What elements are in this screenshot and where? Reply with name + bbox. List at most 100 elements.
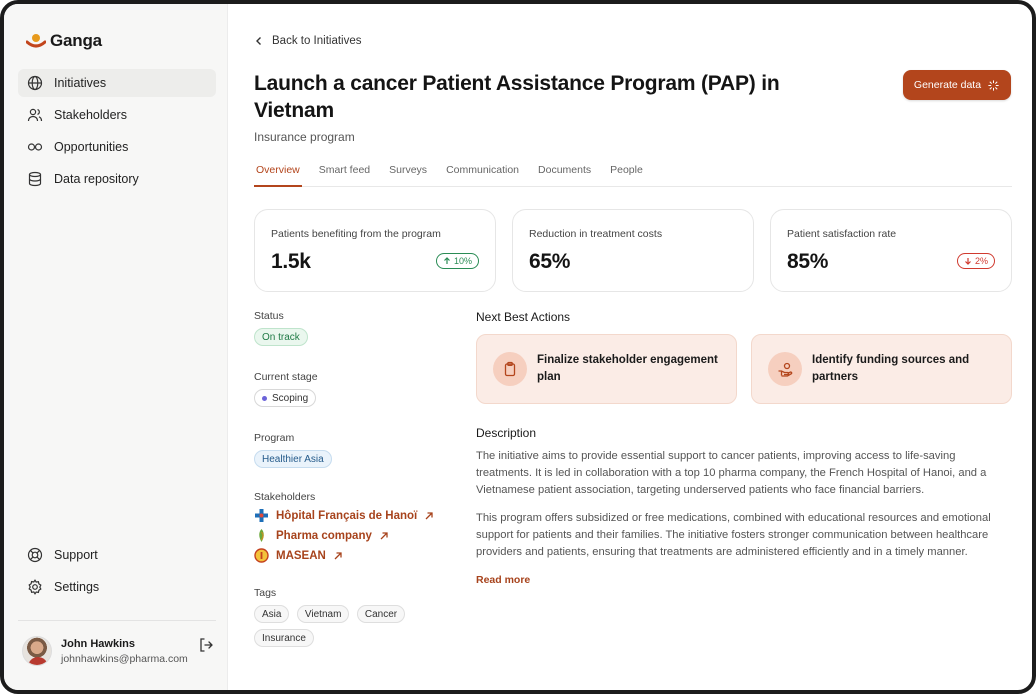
action-label: Identify funding sources and partners (812, 354, 970, 383)
initiative-meta: Status On track Current stage Scoping Pr… (254, 310, 454, 647)
description-title: Description (476, 426, 537, 440)
hospital-logo-icon (254, 508, 269, 523)
stat-card: Reduction in treatment costs 65% (512, 209, 754, 292)
stat-label: Reduction in treatment costs (529, 228, 663, 240)
tab-documents[interactable]: Documents (536, 162, 593, 187)
description-paragraph: This program offers subsidized or free m… (476, 512, 991, 558)
sidebar-item-stakeholders[interactable]: Stakeholders (18, 101, 216, 129)
status-badge: On track (254, 328, 308, 346)
sidebar-item-label: Settings (54, 580, 100, 594)
external-link-icon (425, 511, 433, 519)
stakeholders-label: Stakeholders (254, 491, 316, 503)
arrow-down-icon (965, 258, 971, 265)
sidebar-item-opportunities[interactable]: Opportunities (18, 133, 216, 161)
action-card[interactable]: Finalize stakeholder engagement plan (476, 334, 737, 404)
trend-value: 2% (974, 256, 988, 266)
trend-badge: 10% (435, 253, 479, 269)
back-link[interactable]: Back to Initiatives (254, 35, 361, 47)
action-card[interactable]: Identify funding sources and partners (751, 334, 1012, 404)
lifebuoy-icon (26, 546, 44, 564)
masean-logo-icon (254, 548, 269, 563)
generate-data-button[interactable]: Generate data (903, 70, 1011, 100)
sidebar: Ganga Initiatives Stakeholders Opportuni… (4, 4, 228, 690)
tag[interactable]: Cancer (356, 605, 406, 623)
stat-card: Patients benefiting from the program 1.5… (254, 209, 496, 292)
stage-label: Current stage (254, 371, 318, 383)
database-icon (26, 170, 44, 188)
tab-people[interactable]: People (608, 162, 645, 187)
sidebar-item-support[interactable]: Support (18, 541, 216, 569)
description-paragraph: The initiative aims to provide essential… (476, 450, 987, 496)
sidebar-item-settings[interactable]: Settings (18, 573, 216, 601)
tab-overview[interactable]: Overview (254, 162, 302, 187)
initiative-details: Next Best Actions Finalize stakeholder e… (476, 310, 1012, 586)
stakeholder-link[interactable]: MASEAN (254, 548, 454, 563)
tag[interactable]: Vietnam (296, 605, 350, 623)
stakeholder-name: Pharma company (276, 529, 372, 542)
sidebar-item-label: Support (54, 548, 98, 562)
stat-card: Patient satisfaction rate 85% 2% (770, 209, 1012, 292)
app-window: Ganga Initiatives Stakeholders Opportuni… (0, 0, 1036, 694)
generate-label: Generate data (913, 79, 982, 91)
stakeholder-link[interactable]: Hôpital Français de Hanoï (254, 508, 454, 523)
sidebar-item-label: Initiatives (54, 76, 107, 90)
sidebar-item-label: Data repository (54, 172, 139, 186)
stage-value: Scoping (272, 392, 309, 404)
chevron-left-icon (256, 37, 261, 45)
user-email: johnhawkins@pharma.com (61, 652, 188, 665)
external-link-icon (334, 551, 342, 559)
program-badge[interactable]: Healthier Asia (254, 450, 332, 468)
tag[interactable]: Insurance (254, 629, 314, 647)
stage-badge: Scoping (254, 389, 317, 407)
action-label: Finalize stakeholder engagement plan (537, 354, 718, 383)
clipboard-icon (493, 352, 527, 386)
tab-bar: Overview Smart feed Surveys Communicatio… (254, 162, 1012, 187)
tab-smart-feed[interactable]: Smart feed (317, 162, 372, 187)
stat-label: Patient satisfaction rate (787, 228, 897, 240)
tab-communication[interactable]: Communication (444, 162, 521, 187)
stakeholder-link[interactable]: Pharma company (254, 528, 454, 543)
next-best-actions-title: Next Best Actions (476, 310, 571, 324)
app-logo[interactable]: Ganga (26, 31, 102, 51)
program-label: Program (254, 432, 295, 444)
external-link-icon (380, 531, 388, 539)
pharma-logo-icon (254, 528, 269, 543)
status-label: Status (254, 310, 284, 322)
trend-value: 10% (453, 256, 472, 266)
stats-row: Patients benefiting from the program 1.5… (254, 209, 1012, 292)
infinity-icon (26, 138, 44, 156)
tab-surveys[interactable]: Surveys (387, 162, 429, 187)
sidebar-bottom-nav: Support Settings (18, 541, 216, 605)
page-subtitle: Insurance program (254, 130, 355, 144)
divider (18, 620, 216, 621)
tag[interactable]: Asia (254, 605, 290, 623)
sidebar-item-label: Stakeholders (54, 108, 127, 122)
gear-icon (26, 578, 44, 596)
tags-label: Tags (254, 587, 277, 599)
tag-list: Asia Vietnam Cancer Insurance (254, 599, 424, 647)
stage-dot-icon (262, 395, 267, 401)
sidebar-item-label: Opportunities (54, 140, 129, 154)
avatar (22, 636, 52, 666)
sparkles-icon (988, 79, 999, 91)
user-name: John Hawkins (61, 637, 135, 650)
app-name: Ganga (50, 31, 102, 50)
stakeholder-name: Hôpital Français de Hanoï (276, 509, 418, 522)
back-label: Back to Initiatives (272, 35, 362, 47)
next-best-actions: Finalize stakeholder engagement plan Ide… (476, 334, 1012, 404)
page-title: Launch a cancer Patient Assistance Progr… (254, 72, 780, 122)
stat-value: 65% (529, 250, 571, 273)
logout-icon[interactable] (198, 637, 214, 653)
sidebar-item-initiatives[interactable]: Initiatives (18, 69, 216, 97)
stakeholder-name: MASEAN (276, 549, 326, 562)
globe-icon (26, 74, 44, 92)
main-content: Back to Initiatives Launch a cancer Pati… (228, 4, 1032, 690)
stat-label: Patients benefiting from the program (271, 228, 441, 240)
user-profile[interactable]: John Hawkins johnhawkins@pharma.com (22, 636, 188, 666)
users-icon (26, 106, 44, 124)
ganga-logo-icon (26, 34, 46, 48)
arrow-up-icon (444, 257, 450, 264)
trend-badge: 2% (956, 253, 995, 269)
read-more-link[interactable]: Read more (476, 574, 1012, 586)
sidebar-item-data-repository[interactable]: Data repository (18, 165, 216, 193)
